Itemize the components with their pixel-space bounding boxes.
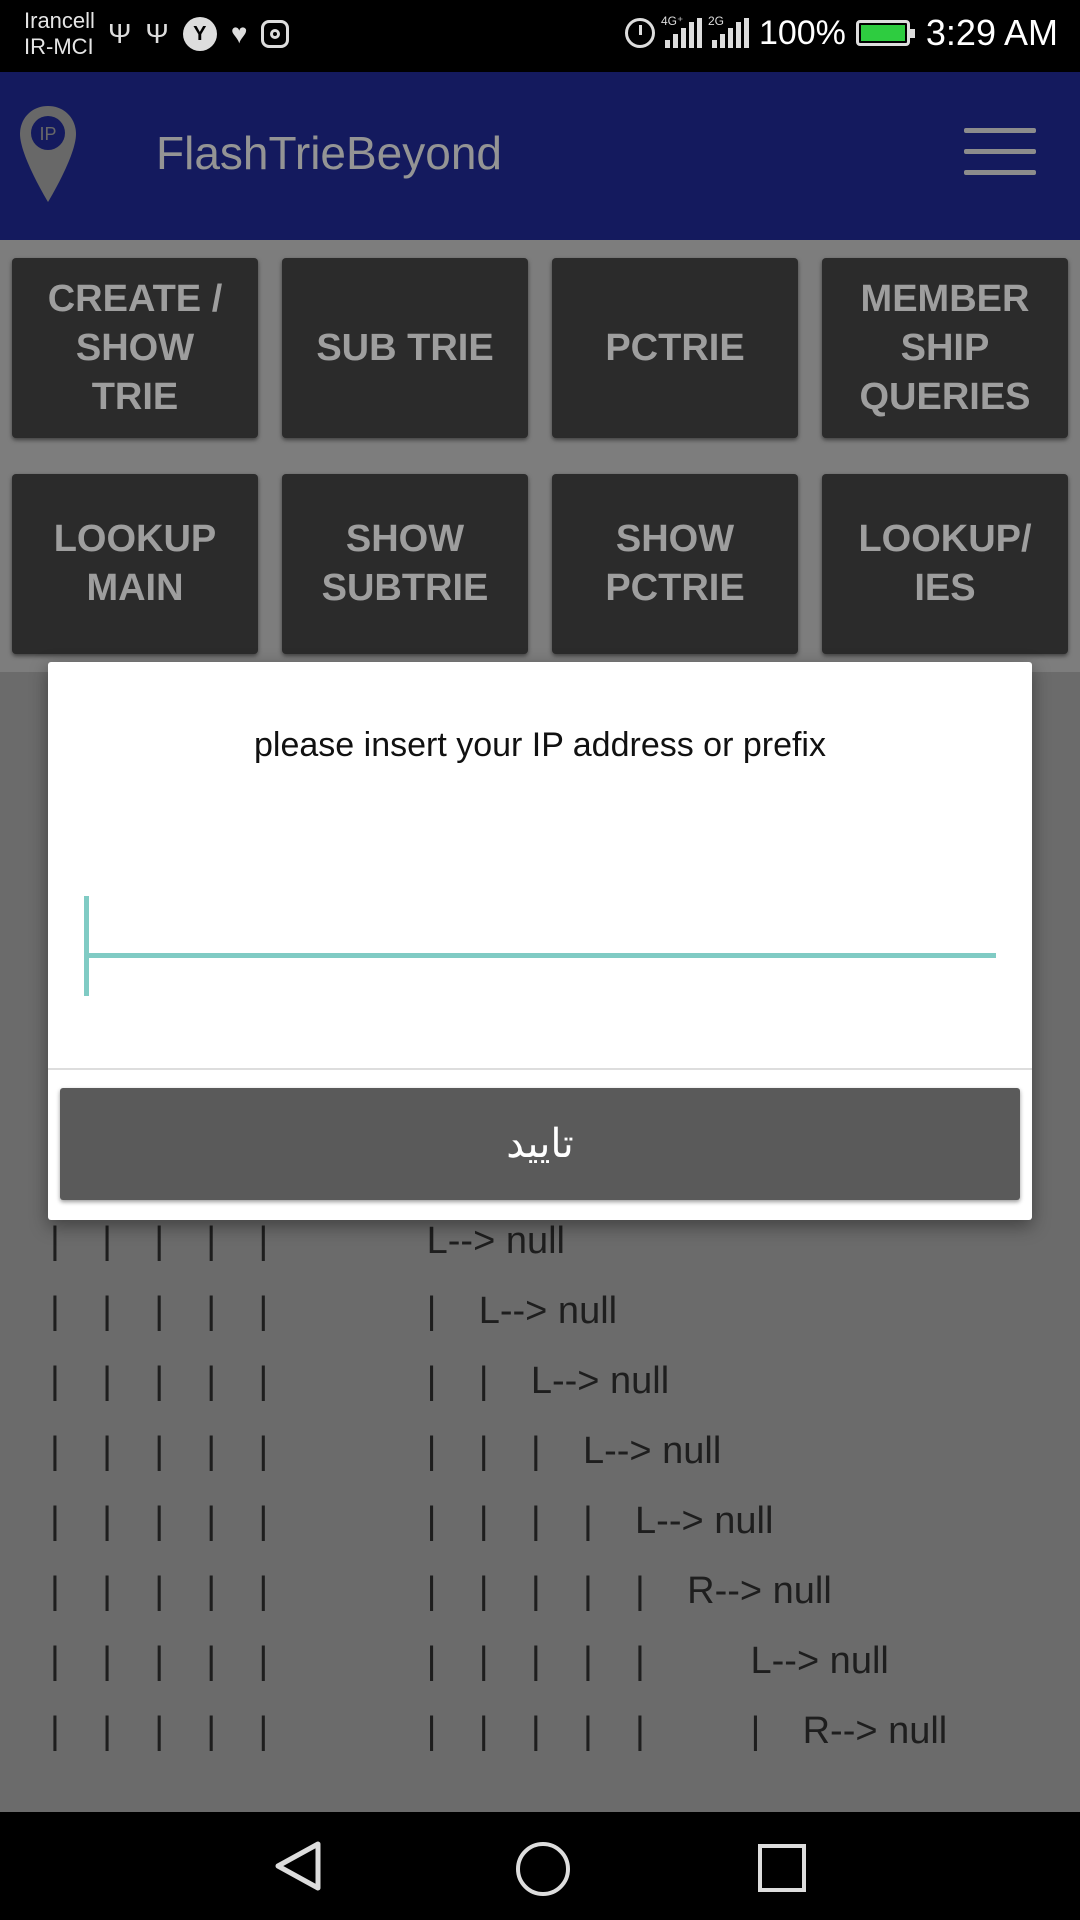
lookup-main-button[interactable]: LOOKUP MAIN bbox=[12, 474, 258, 654]
carrier-name: Irancell bbox=[24, 8, 95, 33]
menu-button[interactable] bbox=[964, 128, 1036, 178]
button-grid: CREATE / SHOW TRIE SUB TRIE PCTRIE MEMBE… bbox=[0, 240, 1080, 672]
usb-icon: Ψ bbox=[145, 18, 169, 49]
carrier-network: IR-MCI bbox=[24, 34, 94, 59]
navigation-bar bbox=[0, 1812, 1080, 1920]
yandex-icon: Y bbox=[182, 17, 217, 51]
network-type-label: 4G⁺ bbox=[660, 14, 684, 28]
health-icon: ♥ bbox=[230, 18, 248, 49]
tree-line: | | | | | L--> null bbox=[50, 1220, 565, 1262]
tree-line: | | | | | | L--> null bbox=[50, 1290, 618, 1332]
home-icon[interactable] bbox=[516, 1842, 570, 1896]
show-pctrie-button[interactable]: SHOW PCTRIE bbox=[552, 474, 798, 654]
battery-percentage: 100% bbox=[758, 13, 846, 52]
ip-input-dialog: please insert your IP address or prefix … bbox=[48, 662, 1032, 1220]
alarm-icon bbox=[624, 18, 655, 48]
location-pin-icon: IP bbox=[20, 106, 76, 202]
tree-line: | | | | | | | | L--> null bbox=[50, 1430, 722, 1472]
tree-line: | | | | | | | L--> null bbox=[50, 1360, 670, 1402]
tree-line: | | | | | | | | | | | R--> null bbox=[50, 1710, 948, 1752]
notification-icons: Ψ Ψ Y ♥ bbox=[108, 16, 290, 52]
system-status: 4G⁺ 2G 100% 3:29 AM bbox=[624, 12, 1058, 54]
usb-icon: Ψ bbox=[108, 18, 132, 49]
dialog-divider bbox=[48, 1068, 1032, 1070]
hamburger-icon bbox=[964, 128, 1036, 133]
pctrie-button[interactable]: PCTRIE bbox=[552, 258, 798, 438]
back-icon[interactable] bbox=[274, 1840, 322, 1892]
logo-text: IP bbox=[39, 124, 56, 144]
create-show-trie-button[interactable]: CREATE / SHOW TRIE bbox=[12, 258, 258, 438]
app-title: FlashTrieBeyond bbox=[156, 127, 503, 179]
signal-2g-icon: 2G bbox=[708, 14, 749, 48]
sub-trie-button[interactable]: SUB TRIE bbox=[282, 258, 528, 438]
ip-address-input[interactable] bbox=[84, 894, 996, 958]
text-cursor bbox=[84, 896, 89, 996]
confirm-button[interactable]: تایید bbox=[60, 1088, 1020, 1200]
show-subtrie-button[interactable]: SHOW SUBTRIE bbox=[282, 474, 528, 654]
lookup-ies-button[interactable]: LOOKUP/ IES bbox=[822, 474, 1068, 654]
network-type-label: 2G bbox=[707, 14, 724, 28]
recent-apps-icon[interactable] bbox=[758, 1844, 806, 1892]
carrier-info: Irancell IR-MCI bbox=[24, 8, 95, 60]
status-bar: Irancell IR-MCI Ψ Ψ Y ♥ 4G⁺ 2G 100% 3:29… bbox=[0, 0, 1080, 72]
tree-line: | | | | | | | | | | R--> null bbox=[50, 1570, 832, 1612]
tree-line: | | | | | | | | | L--> null bbox=[50, 1500, 774, 1542]
tree-line: | | | | | | | | | | L--> null bbox=[50, 1640, 889, 1682]
instagram-icon bbox=[261, 20, 290, 48]
membership-queries-button[interactable]: MEMBER SHIP QUERIES bbox=[822, 258, 1068, 438]
dialog-message: please insert your IP address or prefix bbox=[254, 726, 826, 764]
clock: 3:29 AM bbox=[925, 12, 1058, 53]
app-bar: IP FlashTrieBeyond bbox=[0, 72, 1080, 240]
signal-4g-icon: 4G⁺ bbox=[661, 14, 702, 48]
battery-icon bbox=[855, 20, 915, 46]
